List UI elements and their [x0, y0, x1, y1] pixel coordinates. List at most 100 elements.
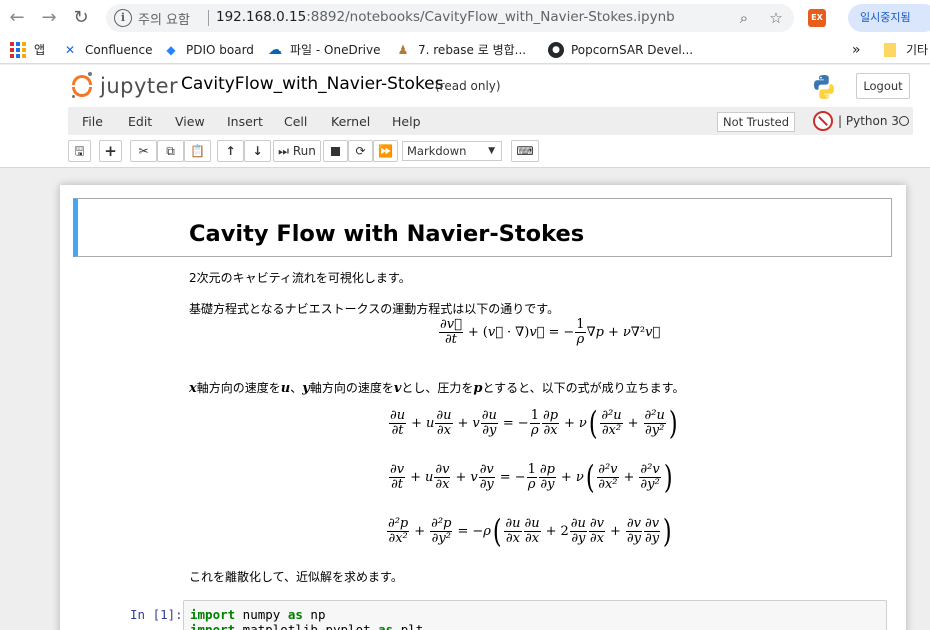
save-button[interactable]: 🖫 [68, 140, 91, 162]
copy-button[interactable]: ⧉ [157, 140, 184, 162]
git-icon: ♟ [397, 43, 409, 57]
bookmark-other[interactable]: 기타 [884, 41, 928, 59]
trust-button[interactable]: Not Trusted [717, 112, 796, 132]
bookmark-label: 앱 [34, 43, 46, 57]
menu-view[interactable]: View [175, 114, 205, 129]
restart-icon: ⟳ [355, 144, 366, 158]
jupyter-logo-text: jupyter [100, 74, 179, 98]
kernel-name-text: Python 3 [845, 114, 899, 128]
menu-file[interactable]: File [82, 114, 103, 129]
diamond-icon: ◆ [166, 43, 176, 57]
jupyter-header: jupyter CavityFlow_with_Navier-Stokes (r… [0, 65, 930, 168]
keyword-as: as [287, 607, 303, 622]
cell-type-select[interactable]: Markdown ▼ [402, 141, 502, 161]
navier-stokes-equation: ∂v⃗ ∂t +(v⃗ · ∇) v⃗ = − 1 ρ ∇ p + ν ∇² v⃗ [439, 317, 661, 347]
move-down-button[interactable]: ↓ [244, 140, 271, 162]
kernel-name: | Python 3 [838, 114, 899, 128]
v-momentum-equation: ∂v ∂t + u ∂v ∂x + v ∂v ∂y = − 1ρ ∂p ∂y + ν ( ∂²v ∂x² +… [389, 458, 673, 496]
url-omnibox[interactable]: i 주의 요함 192.168.0.15:8892/notebooks/Cavi… [106, 4, 794, 32]
restart-button[interactable]: ⟳ [348, 140, 373, 162]
cell-type-value: Markdown [407, 144, 467, 158]
read-only-indicator: (read only) [435, 79, 501, 93]
interrupt-button[interactable] [323, 140, 348, 162]
menu-insert[interactable]: Insert [227, 114, 263, 129]
input-prompt: In [1]: [130, 607, 183, 622]
keyword-as: as [378, 622, 394, 630]
kernel-idle-indicator [899, 116, 909, 126]
bookmark-label: PDIO board [186, 43, 254, 57]
bookmark-popcornsar[interactable]: ● PopcornSAR Devel... [548, 41, 693, 59]
keyboard-icon: ⌨ [516, 144, 534, 158]
plus-icon: + [104, 142, 117, 160]
run-label: Run [292, 144, 316, 158]
bookmark-label: Confluence [85, 43, 153, 57]
info-icon[interactable]: i [114, 9, 132, 27]
folder-icon [884, 43, 896, 57]
bookmark-apps[interactable]: 앱 [10, 41, 45, 59]
code-cell[interactable]: import numpy as np import matplotlib.pyp… [183, 600, 887, 630]
module-alias: np [302, 607, 326, 622]
module-alias: plt [393, 622, 424, 630]
paste-button[interactable]: 📋 [184, 140, 211, 162]
url-path: :8892/notebooks/CavityFlow_with_Navier-S… [306, 9, 675, 25]
apps-grid-icon [10, 42, 26, 58]
cloud-icon: ☁ [268, 42, 282, 58]
zoom-icon[interactable]: ⌕ [734, 8, 754, 28]
bookmark-confluence[interactable]: ✕ Confluence [62, 41, 153, 59]
bookmarks-more-button[interactable]: » [852, 41, 861, 59]
var-p: p [473, 381, 483, 396]
bookmark-pdio[interactable]: ◆ PDIO board [163, 41, 254, 59]
run-button[interactable]: ⏭ Run [273, 140, 321, 162]
github-icon: ● [548, 42, 564, 58]
module-name: numpy [235, 607, 288, 622]
module-name: matplotlib.pyplot [235, 622, 379, 630]
back-icon[interactable]: ← [6, 7, 28, 29]
bookmarks-bar: 앱 ✕ Confluence ◆ PDIO board ☁ 파일 - OneDr… [0, 36, 930, 64]
stop-icon [331, 147, 340, 156]
step-forward-icon: ⏭ [278, 144, 289, 158]
menu-cell[interactable]: Cell [284, 114, 307, 129]
caret-down-icon: ▼ [488, 146, 495, 156]
url-host: 192.168.0.15 [216, 9, 307, 25]
notebook-container: Cavity Flow with Navier-Stokes 2次元のキャビティ… [60, 185, 906, 630]
restart-run-all-button[interactable]: ⏩ [373, 140, 398, 162]
var-u: u [280, 381, 291, 396]
menu-kernel[interactable]: Kernel [331, 114, 370, 129]
bookmark-rebase[interactable]: ♟ 7. rebase 로 병합... [395, 41, 527, 59]
extension-icon[interactable]: EX [808, 9, 826, 27]
menu-edit[interactable]: Edit [128, 114, 152, 129]
code-line-1: import numpy as np [190, 607, 325, 622]
bookmark-onedrive[interactable]: ☁ 파일 - OneDrive [267, 41, 380, 59]
command-palette-button[interactable]: ⌨ [511, 140, 539, 162]
keyword-import: import [190, 607, 236, 622]
url-text[interactable]: 192.168.0.15:8892/notebooks/CavityFlow_w… [216, 9, 675, 25]
kernel-disconnected-icon [813, 111, 833, 131]
discretize-text: これを離散化して、近似解を求めます。 [189, 570, 403, 584]
bookmark-label: 7. rebase 로 병합... [418, 43, 527, 57]
python-logo-icon [814, 75, 834, 99]
sync-paused-button[interactable]: 일시중지됨 [848, 4, 930, 32]
move-up-button[interactable]: ↑ [217, 140, 244, 162]
var-text-2: 、 [290, 381, 303, 395]
arrow-up-icon: ↑ [225, 144, 236, 158]
star-icon[interactable]: ☆ [766, 8, 786, 28]
notebook-name[interactable]: CavityFlow_with_Navier-Stokes [181, 74, 444, 94]
pressure-poisson-equation: ∂²p ∂x² + ∂²p ∂y² = − ρ ( ∂u ∂x ∂u ∂x +2 ∂u ∂y ∂v ∂… [387, 512, 672, 550]
omnibox-divider [208, 10, 209, 26]
security-warning[interactable]: 주의 요함 [138, 9, 190, 28]
variables-text: x軸方向の速度をu、y軸方向の速度をvとし、圧力をpとすると、以下の式が成り立ち… [189, 379, 684, 396]
intro-text: 2次元のキャビティ流れを可視化します。 [189, 271, 411, 285]
fast-forward-icon: ⏩ [378, 144, 393, 158]
bookmark-label: 기타 [906, 43, 929, 57]
menu-help[interactable]: Help [392, 114, 421, 129]
jupyter-logo[interactable]: jupyter [72, 71, 178, 101]
confluence-icon: ✕ [64, 43, 76, 57]
insert-cell-button[interactable]: + [99, 140, 122, 162]
browser-address-bar: ← → ↻ i 주의 요함 192.168.0.15:8892/notebook… [0, 0, 930, 36]
menubar: File Edit View Insert Cell Kernel Help N… [68, 107, 913, 135]
var-text-1: 軸方向の速度を [196, 381, 281, 395]
forward-icon[interactable]: → [38, 7, 60, 29]
reload-icon[interactable]: ↻ [70, 7, 92, 29]
cut-button[interactable]: ✂ [130, 140, 157, 162]
logout-button[interactable]: Logout [856, 73, 910, 99]
